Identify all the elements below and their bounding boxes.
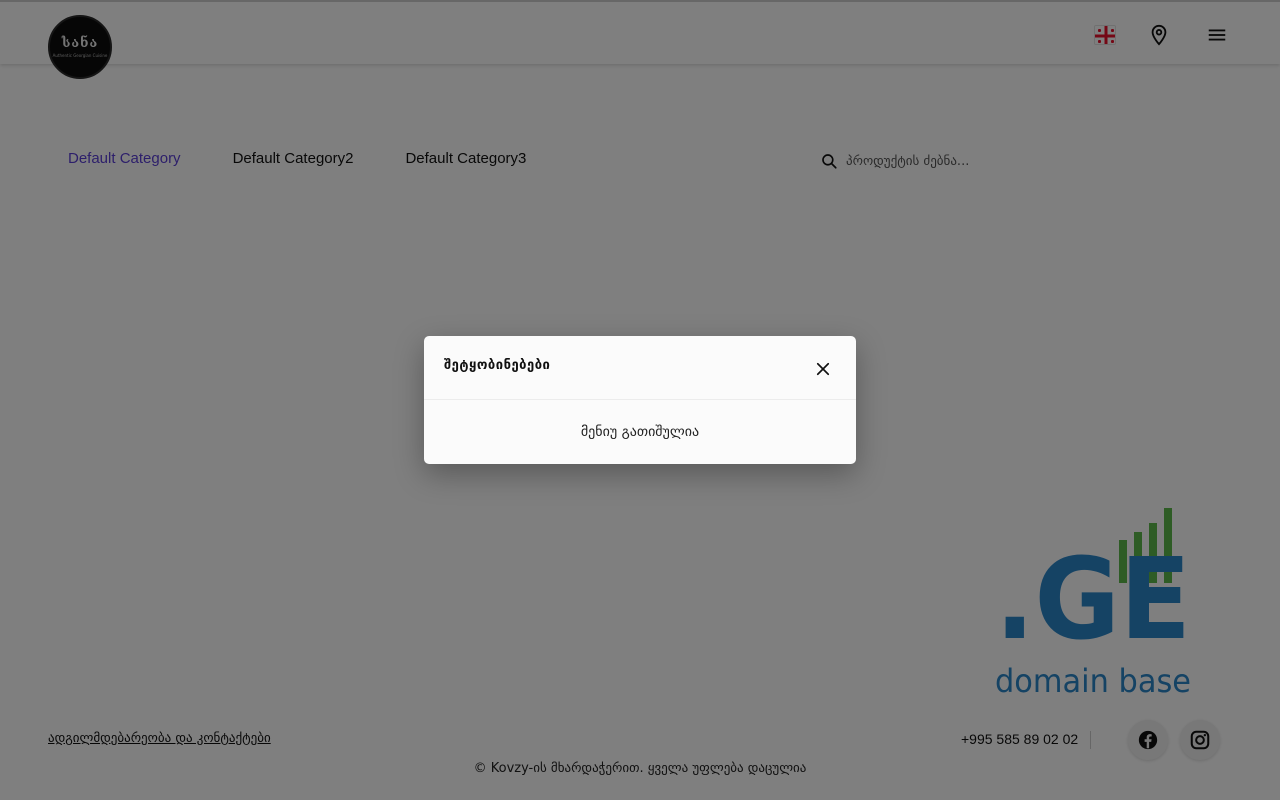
page: სანა Authentic Georgian Cuisine — [0, 0, 1280, 800]
close-icon — [816, 362, 830, 376]
notifications-modal: შეტყობინებები მენიუ გათიშულია — [424, 336, 856, 464]
modal-close-button[interactable] — [812, 358, 834, 380]
modal-divider — [424, 399, 856, 400]
modal-title: შეტყობინებები — [444, 358, 551, 373]
modal-message: მენიუ გათიშულია — [580, 424, 700, 440]
